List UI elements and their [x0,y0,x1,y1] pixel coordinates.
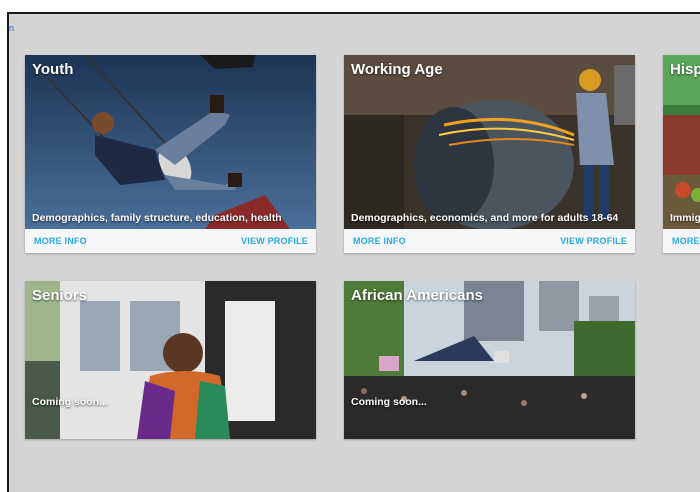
card-description: Coming soon... [32,396,108,408]
card-footer: MORE INFO VIEW PROFILE [344,229,635,253]
card-footer: MORE [663,229,700,253]
card-description: Immig [670,212,700,224]
view-profile-link[interactable]: VIEW PROFILE [560,236,627,246]
seniors-photo: Seniors Coming soon... [25,281,316,439]
youth-photo: Youth Demographics, family structure, ed… [25,55,316,229]
more-info-link[interactable]: MORE INFO [34,236,87,246]
hispanic-photo: Hisp Immig [663,55,700,229]
working-age-photo: Working Age Demographics, economics, and… [344,55,635,229]
more-info-link[interactable]: MORE INFO [353,236,406,246]
profile-card-youth[interactable]: Youth Demographics, family structure, ed… [25,55,316,253]
card-description: Coming soon... [351,396,427,408]
card-title: Youth [32,61,74,78]
profile-card-hispanic[interactable]: Hisp Immig MORE [663,55,700,253]
card-title: Working Age [351,61,443,78]
card-description: Demographics, economics, and more for ad… [351,212,619,224]
profile-card-seniors[interactable]: Seniors Coming soon... [25,281,316,439]
profile-card-african-americans[interactable]: African Americans Coming soon... [344,281,635,439]
card-title: Hisp [670,61,700,78]
view-profile-link[interactable]: VIEW PROFILE [241,236,308,246]
skip-link[interactable]: n [9,23,14,33]
profile-card-working-age[interactable]: Working Age Demographics, economics, and… [344,55,635,253]
card-description: Demographics, family structure, educatio… [32,212,282,224]
african-americans-photo: African Americans Coming soon... [344,281,635,439]
card-footer: MORE INFO VIEW PROFILE [25,229,316,253]
more-info-link[interactable]: MORE [672,236,700,246]
card-title: African Americans [351,287,483,304]
card-title: Seniors [32,287,88,304]
page-frame: n Youth Demographics, family structure, … [7,12,700,492]
